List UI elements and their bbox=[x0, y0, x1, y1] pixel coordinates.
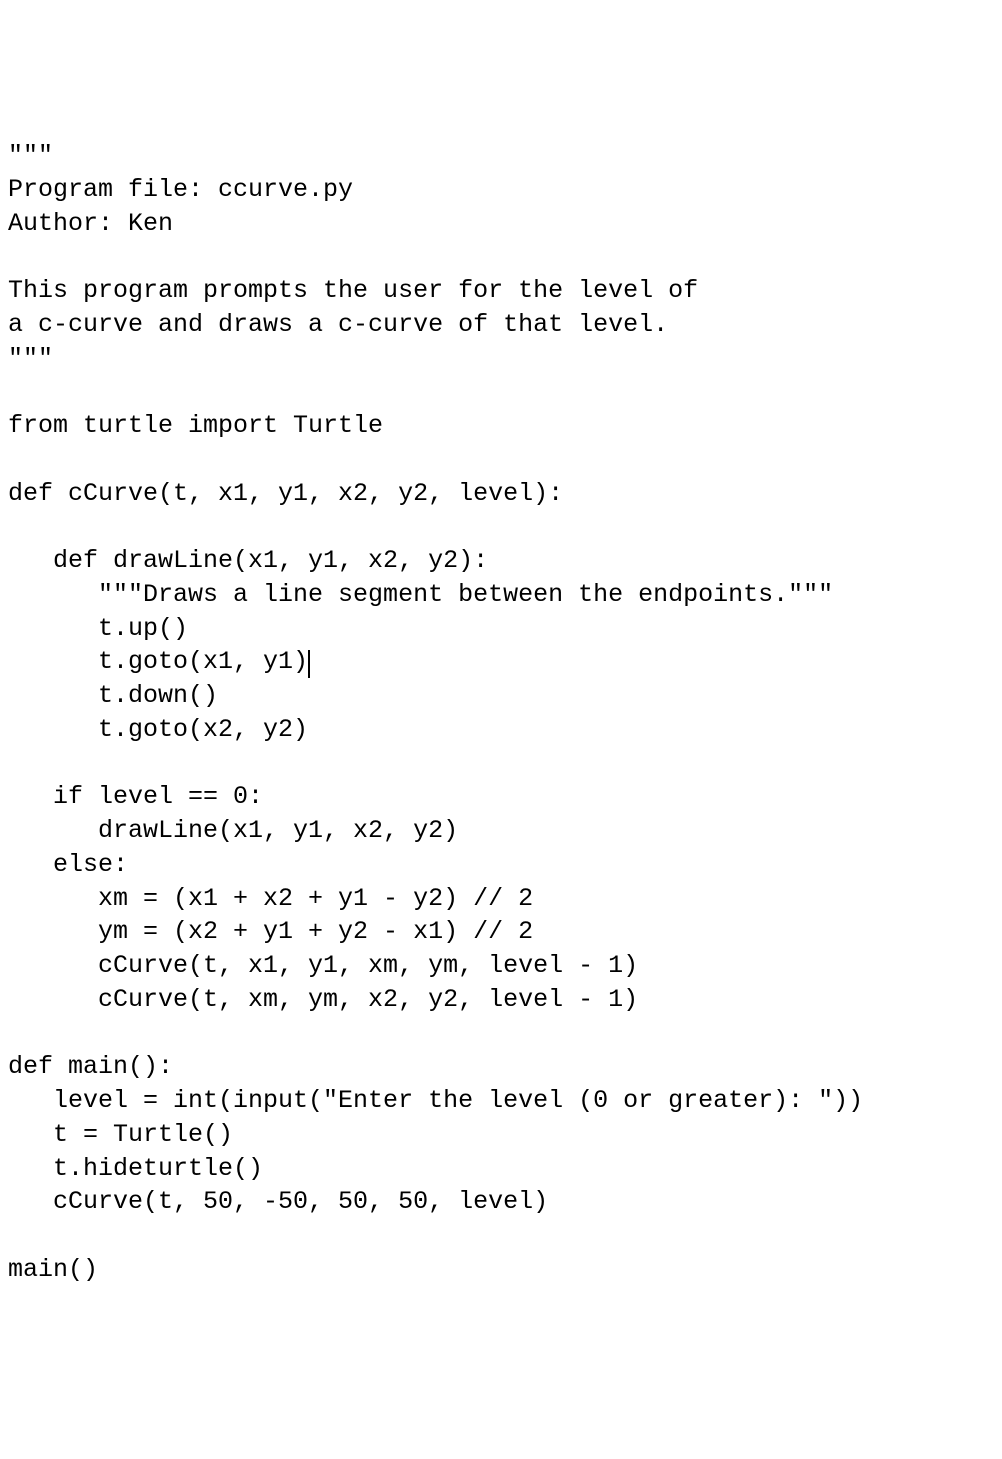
code-line: a c-curve and draws a c-curve of that le… bbox=[8, 310, 668, 339]
code-line: t.goto(x2, y2) bbox=[8, 715, 308, 744]
code-line: cCurve(t, x1, y1, xm, ym, level - 1) bbox=[8, 951, 638, 980]
code-line: cCurve(t, xm, ym, x2, y2, level - 1) bbox=[8, 985, 638, 1014]
code-line: from turtle import Turtle bbox=[8, 411, 383, 440]
code-line: """ bbox=[8, 344, 53, 373]
code-line: """ bbox=[8, 141, 53, 170]
code-line: else: bbox=[8, 850, 128, 879]
text-cursor bbox=[308, 650, 310, 679]
code-line: drawLine(x1, y1, x2, y2) bbox=[8, 816, 458, 845]
code-line: xm = (x1 + x2 + y1 - y2) // 2 bbox=[8, 884, 533, 913]
code-line: t.up() bbox=[8, 614, 188, 643]
code-line: if level == 0: bbox=[8, 782, 263, 811]
code-editor[interactable]: """ Program file: ccurve.py Author: Ken … bbox=[8, 139, 994, 1287]
code-line: This program prompts the user for the le… bbox=[8, 276, 698, 305]
code-line: Program file: ccurve.py bbox=[8, 175, 353, 204]
code-line: def main(): bbox=[8, 1052, 173, 1081]
code-line: main() bbox=[8, 1255, 98, 1284]
code-line: """Draws a line segment between the endp… bbox=[8, 580, 833, 609]
code-line: t = Turtle() bbox=[8, 1120, 233, 1149]
code-line: level = int(input("Enter the level (0 or… bbox=[8, 1086, 863, 1115]
code-line: def drawLine(x1, y1, x2, y2): bbox=[8, 546, 488, 575]
code-line: t.down() bbox=[8, 681, 218, 710]
code-line: def cCurve(t, x1, y1, x2, y2, level): bbox=[8, 479, 563, 508]
code-line: ym = (x2 + y1 + y2 - x1) // 2 bbox=[8, 917, 533, 946]
code-line: cCurve(t, 50, -50, 50, 50, level) bbox=[8, 1187, 548, 1216]
code-line: t.goto(x1, y1) bbox=[8, 647, 308, 676]
code-line: t.hideturtle() bbox=[8, 1154, 263, 1183]
code-line: Author: Ken bbox=[8, 209, 173, 238]
